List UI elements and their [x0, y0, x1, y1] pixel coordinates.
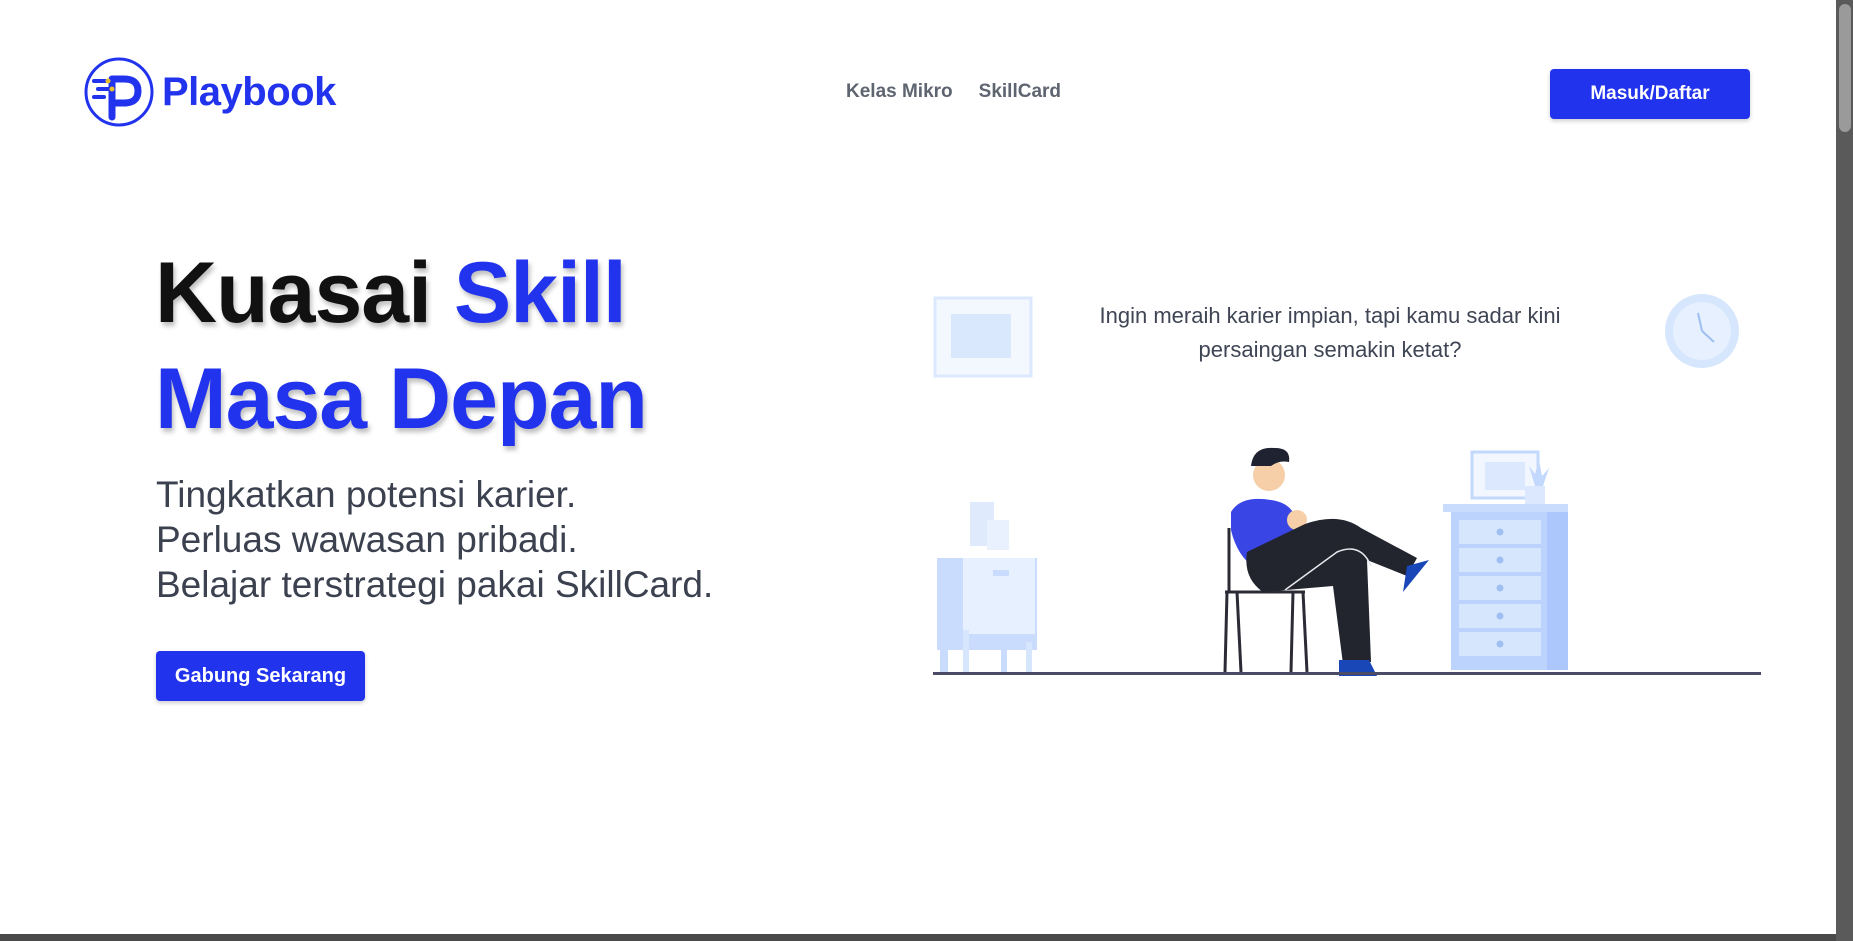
vertical-scrollbar[interactable] — [1836, 0, 1853, 941]
dresser-icon — [1443, 450, 1568, 670]
hero-title-line2: Masa Depan — [155, 351, 648, 447]
nav-item-kelas-mikro[interactable]: Kelas Mikro — [846, 81, 953, 103]
login-register-button[interactable]: Masuk/Daftar — [1550, 69, 1750, 119]
hero-illustration — [933, 294, 1761, 676]
wall-clock-icon — [1665, 294, 1739, 368]
nav-item-skillcard[interactable]: SkillCard — [979, 81, 1061, 103]
join-now-button[interactable]: Gabung Sekarang — [156, 651, 365, 701]
hero-title: Kuasai Skill Masa Depan — [155, 240, 648, 452]
hero-title-accent: Skill — [453, 245, 627, 341]
wall-frame-icon — [933, 296, 1033, 378]
side-table-icon — [937, 502, 1037, 672]
page-viewport: Playbook Kelas Mikro SkillCard Masuk/Daf… — [0, 0, 1836, 934]
main-nav: Kelas Mikro SkillCard — [846, 81, 1061, 103]
brand-name: Playbook — [162, 69, 336, 114]
hero-subtitle-line: Tingkatkan potensi karier. — [156, 474, 577, 515]
playbook-logo-icon — [84, 57, 154, 127]
floor-line — [933, 672, 1761, 675]
hero-subtitle-line: Perluas wawasan pribadi. — [156, 519, 578, 560]
brand-logo[interactable]: Playbook — [84, 57, 336, 127]
person-sitting-icon — [1231, 447, 1429, 676]
hero-subtitle: Tingkatkan potensi karier. Perluas wawas… — [156, 472, 713, 607]
scrollbar-thumb[interactable] — [1839, 4, 1851, 132]
hero-subtitle-line: Belajar terstrategi pakai SkillCard. — [156, 564, 714, 605]
hero-title-part1: Kuasai — [155, 245, 454, 341]
